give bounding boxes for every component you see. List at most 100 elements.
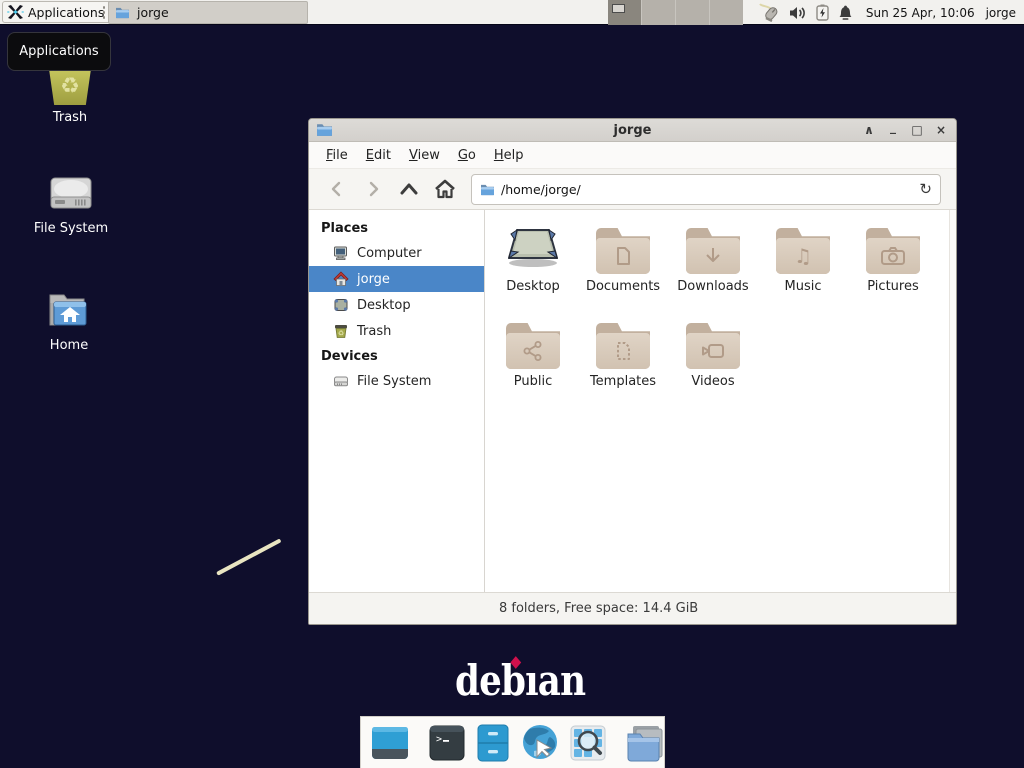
folder-icon — [686, 323, 740, 369]
notifications-bell-icon[interactable] — [838, 5, 853, 21]
up-button[interactable] — [391, 174, 427, 204]
home-icon — [333, 271, 349, 287]
globe-browser-icon — [520, 723, 560, 763]
menu-file[interactable]: File — [317, 144, 357, 167]
directory-menu-button[interactable] — [625, 722, 665, 764]
desktop-icon — [333, 297, 349, 313]
close-button[interactable]: × — [934, 119, 948, 142]
panel-username[interactable]: jorge — [986, 6, 1016, 20]
statusbar: 8 folders, Free space: 14.4 GiB — [309, 592, 956, 624]
minimize-button[interactable]: _ — [886, 118, 900, 139]
window-controls: ∧ _ □ × — [862, 119, 948, 142]
menu-go[interactable]: Go — [449, 144, 485, 167]
desktop-icon-label: Trash — [36, 110, 104, 125]
hard-drive-small-icon — [333, 373, 349, 389]
titlebar[interactable]: jorge ∧ _ □ × — [309, 119, 956, 142]
show-desktop-icon — [370, 723, 410, 763]
sidebar-item-jorge[interactable]: jorge — [309, 266, 484, 292]
folder-item-documents[interactable]: Documents — [578, 218, 668, 313]
sidebar-item-label: Trash — [357, 324, 391, 339]
svg-text:>: > — [436, 734, 442, 745]
show-desktop-button[interactable] — [370, 722, 410, 764]
workspace-4[interactable] — [710, 0, 743, 25]
window-title: jorge — [309, 123, 956, 138]
sidebar-item-file-system[interactable]: File System — [309, 368, 484, 394]
folder-label: Downloads — [677, 279, 748, 294]
folder-label: Documents — [586, 279, 660, 294]
volume-icon[interactable] — [789, 5, 807, 21]
music-emblem-icon: ♫ — [794, 246, 812, 266]
panel-right: Sun 25 Apr, 10:06 jorge — [608, 0, 1024, 25]
desktop-icon-home[interactable]: Home — [32, 291, 106, 353]
menu-edit[interactable]: Edit — [357, 144, 400, 167]
back-button[interactable] — [319, 174, 355, 204]
maximize-button[interactable]: □ — [910, 119, 924, 142]
folder-grid: Desktop Documents — [488, 218, 938, 408]
folder-item-downloads[interactable]: Downloads — [668, 218, 758, 313]
terminal-launcher[interactable]: > — [428, 722, 466, 764]
folder-view[interactable]: Desktop Documents — [486, 210, 956, 592]
web-browser-launcher[interactable] — [520, 722, 560, 764]
menu-help[interactable]: Help — [485, 144, 533, 167]
desktop-icon-file-system[interactable]: File System — [32, 174, 110, 236]
folder-icon — [866, 228, 920, 274]
sidebar-item-desktop[interactable]: Desktop — [309, 292, 484, 318]
folder-item-desktop[interactable]: Desktop — [488, 218, 578, 313]
menubar: File Edit View Go Help — [309, 142, 956, 169]
share-emblem-icon — [521, 339, 545, 363]
folder-icon — [686, 228, 740, 274]
folder-item-templates[interactable]: Templates — [578, 313, 668, 408]
taskbar-window-button[interactable]: jorge — [108, 1, 308, 24]
wallpaper-swirl-line — [216, 538, 281, 575]
system-tray — [758, 3, 853, 22]
folder-label: Pictures — [867, 279, 918, 294]
app-finder-launcher[interactable] — [569, 722, 607, 764]
open-folder-icon — [625, 724, 665, 762]
workspace-2[interactable] — [642, 0, 675, 25]
top-panel: Applications jorge — [0, 0, 1024, 25]
bottom-dock: > — [360, 716, 665, 768]
file-cabinet-icon — [475, 723, 511, 763]
desktop: { "wallpaper": { "background_color": "#0… — [0, 0, 1024, 768]
sidebar-item-computer[interactable]: Computer — [309, 240, 484, 266]
folder-icon: ♫ — [776, 228, 830, 274]
shade-button[interactable]: ∧ — [862, 119, 876, 142]
menu-view[interactable]: View — [400, 144, 449, 167]
workspace-3[interactable] — [676, 0, 709, 25]
toolbar: /home/jorge/ ↻ — [309, 169, 956, 210]
workspace-pager[interactable] — [608, 0, 743, 25]
home-folder-icon — [46, 291, 92, 333]
desktop-icon-label: File System — [32, 221, 110, 236]
sidebar-item-trash[interactable]: ♻ Trash — [309, 318, 484, 344]
folder-label: Public — [514, 374, 552, 389]
vertical-scrollbar[interactable] — [949, 210, 956, 592]
folder-item-music[interactable]: ♫ Music — [758, 218, 848, 313]
file-manager-launcher[interactable] — [475, 722, 511, 764]
file-manager-body: Places Computer — [309, 210, 956, 592]
sidebar-header-places: Places — [309, 216, 484, 240]
battery-icon[interactable] — [816, 4, 829, 21]
trash-small-icon: ♻ — [333, 323, 349, 339]
folder-item-public[interactable]: Public — [488, 313, 578, 408]
folder-item-videos[interactable]: Videos — [668, 313, 758, 408]
panel-clock[interactable]: Sun 25 Apr, 10:06 — [866, 6, 975, 20]
sidebar-header-devices: Devices — [309, 344, 484, 368]
applications-tooltip: Applications — [7, 32, 111, 71]
panel-handle[interactable] — [102, 5, 106, 20]
reload-icon[interactable]: ↻ — [919, 180, 932, 198]
mouse-icon[interactable] — [758, 3, 780, 22]
statusbar-text: 8 folders, Free space: 14.4 GiB — [499, 601, 698, 616]
folder-item-pictures[interactable]: Pictures — [848, 218, 938, 313]
app-finder-icon — [569, 724, 607, 762]
path-bar[interactable]: /home/jorge/ ↻ — [471, 174, 941, 205]
download-emblem-icon — [701, 244, 725, 268]
folder-label: Desktop — [506, 279, 560, 294]
terminal-icon: > — [428, 724, 466, 762]
applications-label: Applications — [28, 5, 104, 20]
forward-button[interactable] — [355, 174, 391, 204]
workspace-1[interactable] — [608, 0, 641, 25]
svg-text:♻: ♻ — [338, 329, 344, 337]
home-button[interactable] — [427, 174, 463, 204]
applications-menu-button[interactable]: Applications — [2, 1, 112, 23]
path-input[interactable]: /home/jorge/ — [501, 182, 913, 197]
